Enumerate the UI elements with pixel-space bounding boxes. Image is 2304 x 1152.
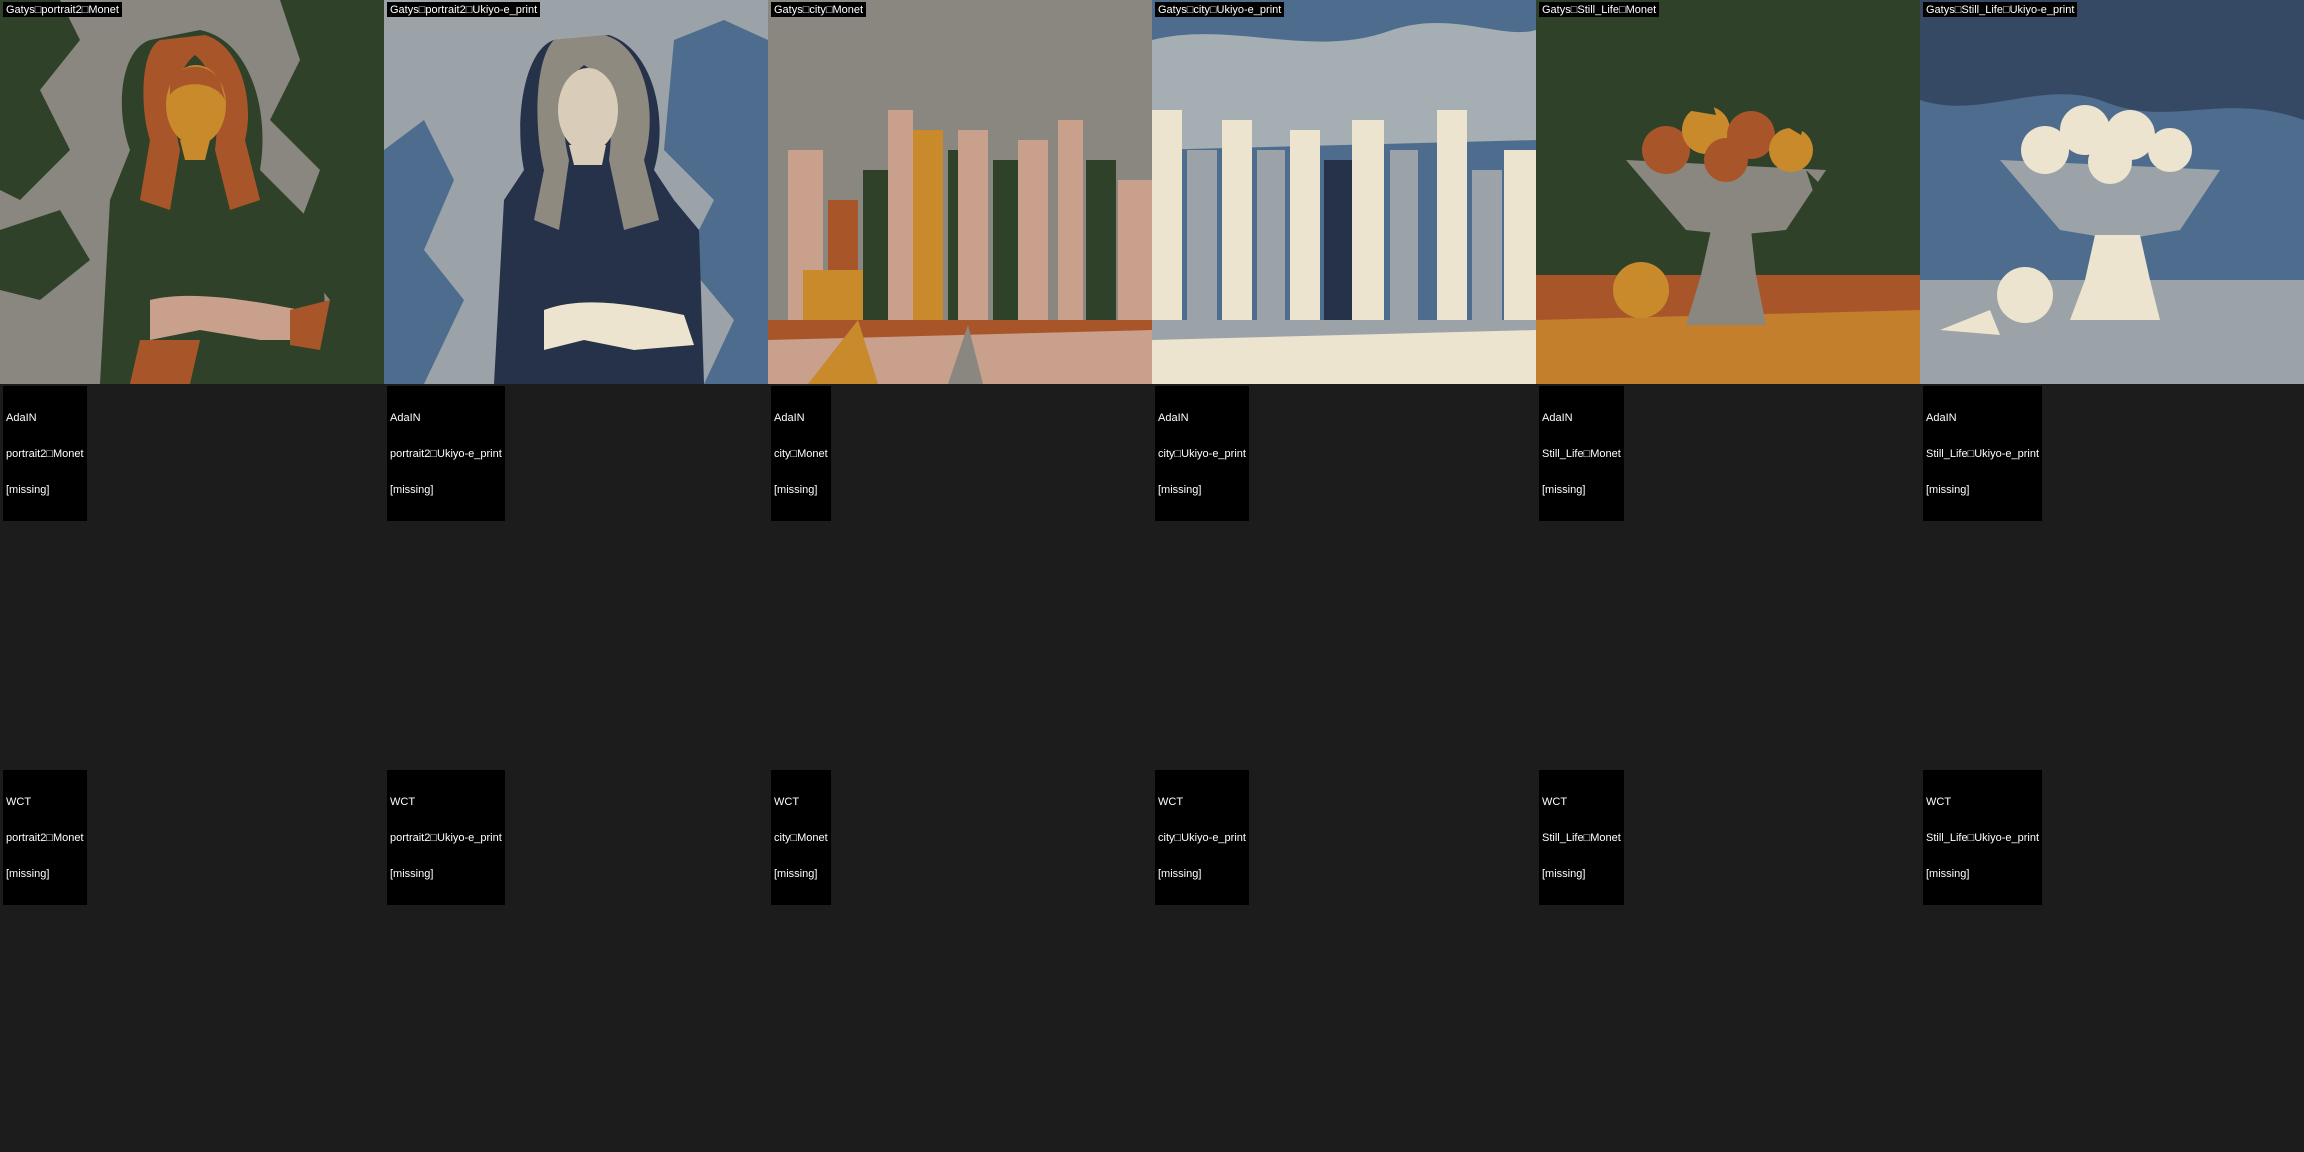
- missing-caption: AdaIN city□Ukiyo-e_print [missing]: [1155, 386, 1249, 521]
- status-label: [missing]: [1926, 484, 1970, 496]
- missing-caption: WCT city□Ukiyo-e_print [missing]: [1155, 770, 1249, 905]
- method-label: AdaIN: [390, 412, 421, 424]
- method-label: AdaIN: [1926, 412, 1957, 424]
- status-label: [missing]: [774, 484, 818, 496]
- grid-cell-gatys-portrait2-ukiyo-e-print: Gatys□portrait2□Ukiyo-e_print: [384, 0, 768, 384]
- missing-caption: AdaIN Still_Life□Ukiyo-e_print [missing]: [1923, 386, 2043, 521]
- status-label: [missing]: [1158, 868, 1202, 880]
- image-caption: Gatys□portrait2□Ukiyo-e_print: [387, 2, 541, 17]
- pair-label: city□Monet: [774, 832, 828, 844]
- method-label: WCT: [1926, 796, 1952, 808]
- pair-label: portrait2□Ukiyo-e_print: [390, 832, 502, 844]
- image-caption: Gatys□city□Ukiyo-e_print: [1155, 2, 1285, 17]
- pair-label: city□Ukiyo-e_print: [1158, 448, 1246, 460]
- missing-caption: AdaIN portrait2□Monet [missing]: [3, 386, 87, 521]
- grid-cell-gatys-city-ukiyo-e-print: Gatys□city□Ukiyo-e_print: [1152, 0, 1536, 384]
- status-label: [missing]: [1926, 868, 1970, 880]
- image-caption: Gatys□Still_Life□Monet: [1539, 2, 1660, 17]
- grid-cell-wct-portrait2-monet: WCT portrait2□Monet [missing]: [0, 768, 384, 1152]
- status-label: [missing]: [390, 484, 434, 496]
- method-label: AdaIN: [774, 412, 805, 424]
- status-label: [missing]: [6, 484, 50, 496]
- missing-caption: AdaIN city□Monet [missing]: [771, 386, 831, 521]
- grid-cell-adain-portrait2-monet: AdaIN portrait2□Monet [missing]: [0, 384, 384, 768]
- stylized-still-life-image: [1920, 0, 2304, 384]
- pair-label: portrait2□Monet: [6, 832, 84, 844]
- pair-label: portrait2□Monet: [6, 448, 84, 460]
- grid-cell-gatys-still-life-monet: Gatys□Still_Life□Monet: [1536, 0, 1920, 384]
- missing-caption: WCT portrait2□Monet [missing]: [3, 770, 87, 905]
- status-label: [missing]: [774, 868, 818, 880]
- pair-label: city□Monet: [774, 448, 828, 460]
- grid-cell-gatys-still-life-ukiyo-e-print: Gatys□Still_Life□Ukiyo-e_print: [1920, 0, 2304, 384]
- status-label: [missing]: [1158, 484, 1202, 496]
- stylized-still-life-image: [1536, 0, 1920, 384]
- grid-cell-wct-portrait2-ukiyo-e-print: WCT portrait2□Ukiyo-e_print [missing]: [384, 768, 768, 1152]
- pair-label: city□Ukiyo-e_print: [1158, 832, 1246, 844]
- grid-cell-wct-city-ukiyo-e-print: WCT city□Ukiyo-e_print [missing]: [1152, 768, 1536, 1152]
- grid-cell-gatys-portrait2-monet: Gatys□portrait2□Monet: [0, 0, 384, 384]
- grid-cell-adain-still-life-ukiyo-e-print: AdaIN Still_Life□Ukiyo-e_print [missing]: [1920, 384, 2304, 768]
- method-label: WCT: [1158, 796, 1184, 808]
- method-label: AdaIN: [1542, 412, 1573, 424]
- missing-caption: WCT city□Monet [missing]: [771, 770, 831, 905]
- method-label: AdaIN: [1158, 412, 1189, 424]
- grid-cell-gatys-city-monet: Gatys□city□Monet: [768, 0, 1152, 384]
- stylized-portrait-image: [0, 0, 384, 384]
- pair-label: Still_Life□Monet: [1542, 832, 1621, 844]
- missing-caption: AdaIN portrait2□Ukiyo-e_print [missing]: [387, 386, 505, 521]
- image-caption: Gatys□city□Monet: [771, 2, 867, 17]
- status-label: [missing]: [1542, 868, 1586, 880]
- method-label: WCT: [390, 796, 416, 808]
- pair-label: Still_Life□Ukiyo-e_print: [1926, 448, 2040, 460]
- stylized-city-image: [1152, 0, 1536, 384]
- status-label: [missing]: [6, 868, 50, 880]
- missing-caption: WCT portrait2□Ukiyo-e_print [missing]: [387, 770, 505, 905]
- grid-cell-wct-still-life-ukiyo-e-print: WCT Still_Life□Ukiyo-e_print [missing]: [1920, 768, 2304, 1152]
- grid-cell-adain-still-life-monet: AdaIN Still_Life□Monet [missing]: [1536, 384, 1920, 768]
- pair-label: Still_Life□Ukiyo-e_print: [1926, 832, 2040, 844]
- missing-caption: WCT Still_Life□Ukiyo-e_print [missing]: [1923, 770, 2043, 905]
- status-label: [missing]: [1542, 484, 1586, 496]
- missing-caption: AdaIN Still_Life□Monet [missing]: [1539, 386, 1624, 521]
- grid-cell-adain-city-monet: AdaIN city□Monet [missing]: [768, 384, 1152, 768]
- grid-cell-wct-still-life-monet: WCT Still_Life□Monet [missing]: [1536, 768, 1920, 1152]
- image-caption: Gatys□Still_Life□Ukiyo-e_print: [1923, 2, 2078, 17]
- method-label: AdaIN: [6, 412, 37, 424]
- method-label: WCT: [1542, 796, 1568, 808]
- method-label: WCT: [774, 796, 800, 808]
- grid-cell-adain-city-ukiyo-e-print: AdaIN city□Ukiyo-e_print [missing]: [1152, 384, 1536, 768]
- status-label: [missing]: [390, 868, 434, 880]
- grid-cell-wct-city-monet: WCT city□Monet [missing]: [768, 768, 1152, 1152]
- missing-caption: WCT Still_Life□Monet [missing]: [1539, 770, 1624, 905]
- pair-label: portrait2□Ukiyo-e_print: [390, 448, 502, 460]
- grid-cell-adain-portrait2-ukiyo-e-print: AdaIN portrait2□Ukiyo-e_print [missing]: [384, 384, 768, 768]
- stylized-portrait-image: [384, 0, 768, 384]
- stylized-city-image: [768, 0, 1152, 384]
- image-caption: Gatys□portrait2□Monet: [3, 2, 122, 17]
- pair-label: Still_Life□Monet: [1542, 448, 1621, 460]
- image-grid: Gatys□portrait2□Monet Gatys□portrait2□Uk…: [0, 0, 2304, 1152]
- method-label: WCT: [6, 796, 32, 808]
